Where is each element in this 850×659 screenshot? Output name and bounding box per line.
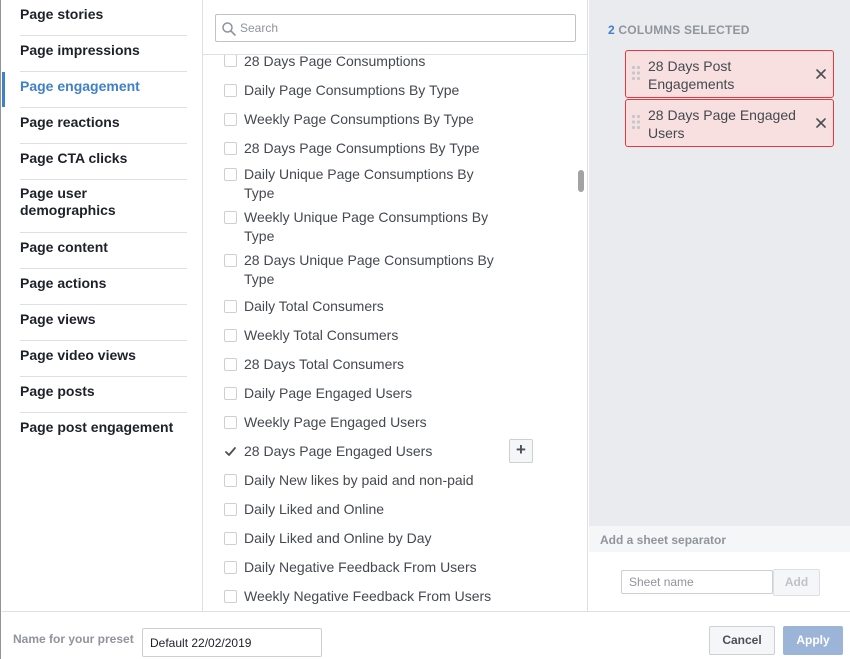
item-label: 28 Days Page Engaged Users: [244, 443, 433, 459]
checkbox[interactable]: [224, 387, 237, 400]
selected-columns-area: 2 COLUMNS SELECTED 28 Days Post Engageme…: [589, 0, 850, 526]
plus-icon: +: [516, 440, 526, 459]
sidebar-item-page-views[interactable]: Page views: [20, 305, 187, 341]
metrics-list: 28 Days Page Consumptions Daily Page Con…: [203, 55, 588, 611]
checkmark-icon: [225, 447, 236, 456]
sheet-separator-title: Add a sheet separator: [600, 533, 727, 547]
sidebar-item-page-stories[interactable]: Page stories: [20, 0, 187, 36]
item-label: 28 Days Page Consumptions By Type: [244, 140, 480, 156]
checkbox[interactable]: [224, 211, 237, 224]
sidebar-item-page-posts[interactable]: Page posts: [20, 377, 187, 413]
checkbox[interactable]: [224, 358, 237, 371]
checkbox[interactable]: [224, 590, 237, 603]
search-icon: [222, 22, 236, 36]
search-box: [215, 14, 576, 42]
checkbox[interactable]: [224, 532, 237, 545]
drag-handle-icon[interactable]: [631, 114, 641, 130]
item-label: Daily New likes by paid and non-paid: [244, 472, 474, 488]
checkbox[interactable]: [224, 503, 237, 516]
item-label: 28 Days Unique Page Consumptions By Type: [244, 252, 494, 287]
checkbox[interactable]: [224, 84, 237, 97]
sidebar-item-page-post-engagement[interactable]: Page post engagement: [20, 413, 187, 449]
checkbox[interactable]: [224, 55, 237, 67]
selected-columns-panel: 2 COLUMNS SELECTED 28 Days Post Engageme…: [589, 0, 850, 611]
metrics-panel: 28 Days Page Consumptions Daily Page Con…: [202, 0, 588, 611]
item-label: Daily Negative Feedback From Users: [244, 559, 477, 575]
add-column-button[interactable]: +: [509, 439, 533, 463]
item-label: Daily Liked and Online by Day: [244, 530, 432, 546]
item-label: Weekly Negative Feedback From Users: [244, 588, 492, 604]
dialog-footer: Name for your preset Cancel Apply: [2, 611, 850, 659]
preset-name-label: Name for your preset: [13, 632, 134, 646]
checkbox[interactable]: [224, 254, 237, 267]
checkbox[interactable]: [224, 561, 237, 574]
checkbox[interactable]: [224, 474, 237, 487]
checkbox[interactable]: [224, 168, 237, 181]
checkbox[interactable]: [224, 416, 237, 429]
item-label: Daily Page Consumptions By Type: [244, 82, 460, 98]
sidebar-item-page-impressions[interactable]: Page impressions: [20, 36, 187, 72]
scrollbar-thumb[interactable]: [578, 170, 584, 192]
item-label: Daily Page Engaged Users: [244, 385, 413, 401]
sidebar-item-page-content[interactable]: Page content: [20, 233, 187, 269]
search-input[interactable]: [240, 19, 570, 37]
item-label: Daily Liked and Online: [244, 501, 385, 517]
sidebar-item-page-engagement[interactable]: Page engagement: [2, 72, 187, 108]
category-sidebar: Page stories Page impressions Page engag…: [2, 0, 202, 611]
checkbox[interactable]: [224, 329, 237, 342]
sidebar-item-page-cta-clicks[interactable]: Page CTA clicks: [20, 144, 187, 180]
sheet-separator-bar: Add a sheet separator: [589, 526, 850, 552]
item-label: Weekly Page Engaged Users: [244, 414, 427, 430]
checkbox[interactable]: [224, 142, 237, 155]
close-icon[interactable]: [814, 116, 828, 130]
item-label: Daily Total Consumers: [244, 298, 384, 314]
item-label: Weekly Total Consumers: [244, 327, 399, 343]
chip-label: 28 Days Page Engaged Users: [648, 107, 796, 141]
sidebar-item-page-actions[interactable]: Page actions: [20, 269, 187, 305]
selected-column-chip[interactable]: 28 Days Post Engagements: [625, 50, 834, 98]
sidebar-item-page-reactions[interactable]: Page reactions: [20, 108, 187, 144]
checkbox-checked[interactable]: [224, 445, 237, 458]
selected-count-header: 2 COLUMNS SELECTED: [608, 23, 750, 37]
add-separator-button[interactable]: Add: [773, 569, 820, 596]
item-label: Weekly Unique Page Consumptions By Type: [244, 209, 489, 244]
checkbox[interactable]: [224, 113, 237, 126]
column-picker-dialog: Page stories Page impressions Page engag…: [0, 0, 850, 659]
sheet-name-input[interactable]: [621, 570, 773, 594]
sidebar-item-page-user-demographics[interactable]: Page user demographics: [20, 180, 187, 233]
drag-handle-icon[interactable]: [631, 65, 641, 81]
selected-column-chip[interactable]: 28 Days Page Engaged Users: [625, 99, 834, 147]
item-label: 28 Days Total Consumers: [244, 356, 405, 372]
apply-button[interactable]: Apply: [783, 626, 843, 655]
checkbox[interactable]: [224, 300, 237, 313]
preset-name-input[interactable]: [142, 628, 322, 657]
cancel-button[interactable]: Cancel: [709, 626, 775, 655]
item-label: Weekly Page Consumptions By Type: [244, 111, 474, 127]
sidebar-item-page-video-views[interactable]: Page video views: [20, 341, 187, 377]
close-icon[interactable]: [814, 67, 828, 81]
item-label: 28 Days Page Consumptions: [244, 55, 426, 69]
chip-label: 28 Days Post Engagements: [648, 58, 735, 92]
item-label: Daily Unique Page Consumptions By Type: [244, 166, 474, 201]
